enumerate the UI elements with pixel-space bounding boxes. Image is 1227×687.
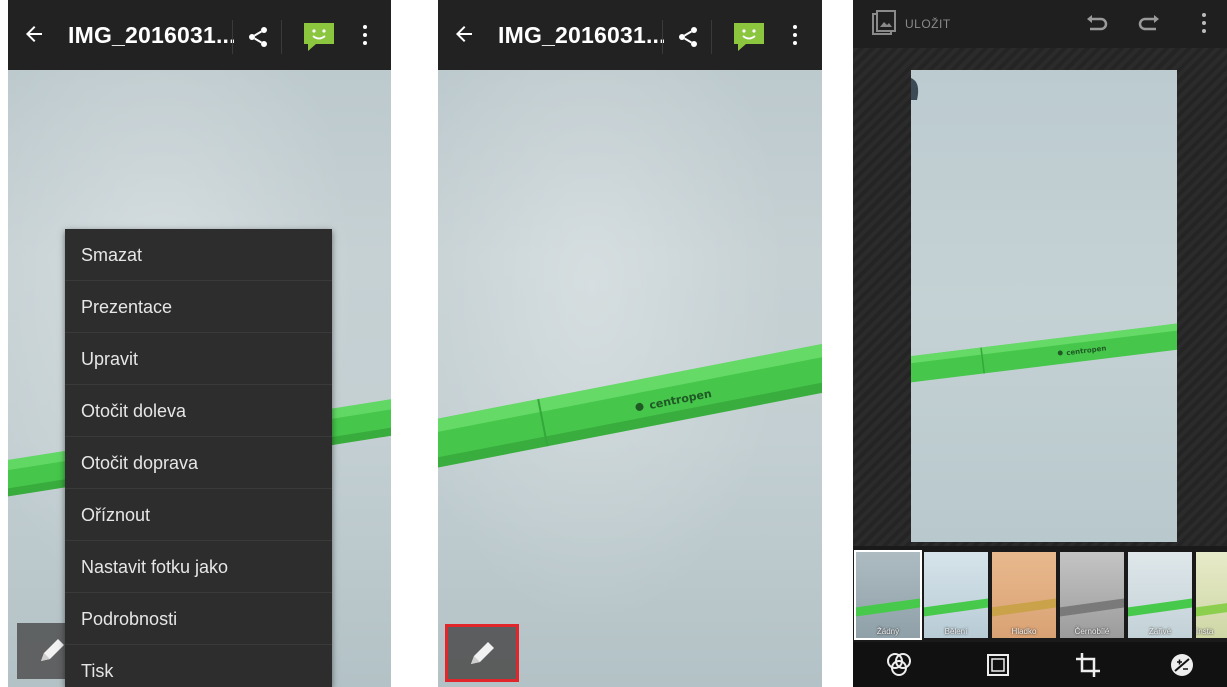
message-button[interactable] [288, 20, 350, 54]
filter-thumb-insta[interactable]: Insta [1196, 552, 1227, 638]
pen-image: centropen [911, 78, 1177, 387]
arrow-back-icon[interactable] [22, 22, 46, 46]
menu-item-details[interactable]: Podrobnosti [65, 593, 332, 645]
filter-thumb-bw[interactable]: Černobílé [1060, 552, 1124, 638]
message-smiley-icon [734, 23, 764, 51]
share-icon [249, 27, 267, 47]
filter-thumb-bleach[interactable]: Bělení [924, 552, 988, 638]
adjust-icon[interactable] [1167, 650, 1197, 680]
overflow-menu: Smazat Prezentace Upravit Otočit doleva … [65, 229, 332, 687]
editor-photo[interactable]: centropen [911, 70, 1177, 542]
image-title: IMG_2016031... [68, 22, 236, 48]
photo-editor-screen: ULOŽIT centropen Žádný Bělení Hladko Čer… [853, 0, 1227, 687]
action-bar: IMG_2016031... [8, 0, 391, 70]
crop-icon[interactable] [1073, 650, 1103, 680]
redo-icon[interactable] [1137, 14, 1161, 34]
menu-item-print[interactable]: Tisk [65, 645, 332, 687]
menu-item-rotate-right[interactable]: Otočit doprava [65, 437, 332, 489]
filter-thumb-vivid[interactable]: Zářivé [1128, 552, 1192, 638]
save-button[interactable]: ULOŽIT [905, 0, 951, 48]
undo-icon[interactable] [1085, 14, 1109, 34]
share-button[interactable] [232, 20, 282, 54]
gallery-screen-menu: IMG_2016031... Smazat Prezentace Upravit [8, 0, 391, 687]
more-vertical-icon[interactable] [1199, 13, 1209, 35]
more-vertical-icon[interactable] [790, 25, 800, 47]
menu-item-delete[interactable]: Smazat [65, 229, 332, 281]
pencil-icon [471, 642, 494, 664]
filters-icon[interactable] [884, 650, 914, 680]
frame-icon[interactable] [983, 650, 1013, 680]
menu-item-crop[interactable]: Oříznout [65, 489, 332, 541]
menu-item-slideshow[interactable]: Prezentace [65, 281, 332, 333]
share-icon [679, 27, 697, 47]
editor-toolbar: ULOŽIT [853, 0, 1227, 48]
message-smiley-icon [304, 23, 334, 51]
message-button[interactable] [718, 20, 780, 54]
more-vertical-icon[interactable] [360, 25, 370, 47]
share-button[interactable] [662, 20, 712, 54]
pen-image: centropen [438, 337, 822, 474]
menu-item-set-as[interactable]: Nastavit fotku jako [65, 541, 332, 593]
gallery-save-icon[interactable] [871, 10, 897, 38]
filter-strip: Žádný Bělení Hladko Černobílé Zářivé Ins… [853, 546, 1227, 642]
gallery-screen-photo: centropen IMG_2016031... [438, 0, 822, 687]
pencil-icon [41, 639, 64, 661]
edit-button-highlighted[interactable] [445, 624, 519, 682]
photo-view[interactable]: centropen [438, 70, 822, 687]
filter-thumb-none[interactable]: Žádný [854, 550, 922, 640]
action-bar: IMG_2016031... [438, 0, 822, 70]
image-title: IMG_2016031... [498, 22, 666, 48]
filter-thumb-smooth[interactable]: Hladko [992, 552, 1056, 638]
menu-item-rotate-left[interactable]: Otočit doleva [65, 385, 332, 437]
menu-item-edit[interactable]: Upravit [65, 333, 332, 385]
editor-tool-bar [853, 642, 1227, 687]
arrow-back-icon[interactable] [452, 22, 476, 46]
